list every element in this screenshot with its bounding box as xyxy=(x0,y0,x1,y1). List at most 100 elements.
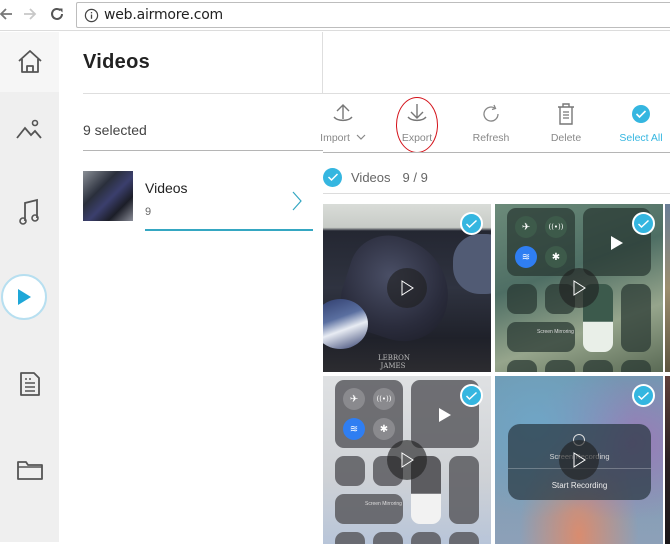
sidebar-item-music[interactable] xyxy=(0,190,59,234)
group-select-checkbox[interactable] xyxy=(323,167,342,187)
selected-checkbox[interactable] xyxy=(460,212,483,235)
divider xyxy=(83,150,323,151)
image-region xyxy=(373,532,403,544)
active-indicator xyxy=(0,274,47,320)
divider xyxy=(323,93,670,94)
delete-button[interactable]: Delete xyxy=(530,100,602,148)
image-region: ((•)) xyxy=(373,388,395,410)
image-region xyxy=(611,236,623,250)
sidebar-item-videos[interactable] xyxy=(0,272,59,322)
image-region xyxy=(545,360,575,372)
page-title: Videos xyxy=(83,51,151,73)
image-region: Screen Mirroring xyxy=(507,322,575,352)
refresh-icon xyxy=(483,104,499,122)
arrow-right-icon xyxy=(24,8,37,20)
image-region xyxy=(453,234,491,294)
address-bar[interactable]: web.airmore.com xyxy=(76,2,670,28)
delete-label: Delete xyxy=(550,132,582,144)
image-region xyxy=(335,532,365,544)
reload-button[interactable] xyxy=(47,4,67,24)
image-region xyxy=(507,284,537,314)
play-button[interactable] xyxy=(387,440,427,480)
video-thumbnail[interactable]: ✈ ((•)) ≋ ✱ Screen Mirroring xyxy=(323,376,491,544)
export-button[interactable]: Export xyxy=(381,100,453,148)
image-region: Screen Mirroring xyxy=(335,494,403,524)
document-icon xyxy=(19,372,40,396)
refresh-label: Refresh xyxy=(472,132,510,144)
check-icon xyxy=(465,391,478,400)
image-region: ✱ xyxy=(545,246,567,268)
thumbnail-subcaption: Start Recording xyxy=(551,481,608,490)
sidebar xyxy=(0,32,59,542)
divider xyxy=(323,152,670,153)
info-icon[interactable] xyxy=(84,8,99,23)
video-thumbnail-partial[interactable] xyxy=(665,204,670,372)
grid-title: Videos xyxy=(351,169,391,185)
music-note-icon xyxy=(18,198,39,225)
grid-count: 9 / 9 xyxy=(402,169,428,185)
divider xyxy=(322,32,323,94)
thumbnail-caption: Screen Mirroring xyxy=(365,501,402,507)
url-text[interactable]: web.airmore.com xyxy=(104,7,223,23)
trash-icon xyxy=(558,103,574,125)
browser-toolbar: web.airmore.com xyxy=(0,0,670,31)
selected-count: 9 selected xyxy=(83,122,147,138)
check-circle-icon xyxy=(632,105,650,123)
play-button[interactable] xyxy=(559,440,599,480)
upload-icon xyxy=(333,104,353,122)
image-region xyxy=(449,456,479,524)
play-icon xyxy=(17,289,31,305)
play-button[interactable] xyxy=(387,268,427,308)
image-region xyxy=(621,360,651,372)
play-button[interactable] xyxy=(559,268,599,308)
chevron-right-icon xyxy=(292,191,302,211)
image-region xyxy=(411,532,441,544)
video-thumbnail[interactable]: Screen Recording Start Recording xyxy=(495,376,663,544)
home-icon xyxy=(17,50,42,73)
play-icon xyxy=(573,452,586,468)
divider xyxy=(323,193,670,194)
video-thumbnail[interactable]: LEBRON JAMES xyxy=(323,204,491,372)
download-icon xyxy=(407,104,427,122)
image-region: ✈ ((•)) ≋ ✱ xyxy=(507,208,575,276)
select-all-label: Select All xyxy=(619,132,663,144)
import-label: Import xyxy=(320,132,350,144)
reload-icon xyxy=(51,7,63,20)
image-region xyxy=(583,360,613,372)
check-icon xyxy=(465,219,478,228)
refresh-button[interactable]: Refresh xyxy=(455,100,527,148)
sidebar-item-files[interactable] xyxy=(0,450,59,490)
image-region: ✈ xyxy=(515,216,537,238)
album-thumbnail xyxy=(83,171,133,221)
selected-checkbox[interactable] xyxy=(632,212,655,235)
chevron-down-icon[interactable] xyxy=(356,134,366,141)
forward-button[interactable] xyxy=(20,4,40,24)
back-button[interactable] xyxy=(0,4,16,24)
selected-checkbox[interactable] xyxy=(632,384,655,407)
image-region xyxy=(621,284,651,352)
check-icon xyxy=(327,173,338,182)
select-all-button[interactable]: Select All xyxy=(605,100,670,148)
image-region: ≋ xyxy=(343,418,365,440)
image-region xyxy=(507,360,537,372)
sidebar-item-documents[interactable] xyxy=(0,364,59,404)
check-icon xyxy=(637,219,650,228)
grid-header: Videos 9 / 9 xyxy=(323,165,428,189)
sidebar-item-pictures[interactable] xyxy=(0,110,59,150)
sidebar-item-home[interactable] xyxy=(0,32,59,92)
arrow-left-icon xyxy=(0,8,12,20)
image-region xyxy=(439,408,451,422)
import-button[interactable]: Import xyxy=(307,100,379,148)
image-region: ((•)) xyxy=(545,216,567,238)
image-region xyxy=(449,532,479,544)
image-region: ✱ xyxy=(373,418,395,440)
video-thumbnail-partial[interactable] xyxy=(665,376,670,544)
image-region: ≋ xyxy=(515,246,537,268)
album-active-underline xyxy=(145,229,313,231)
album-item-videos[interactable]: Videos 9 xyxy=(83,170,315,232)
divider xyxy=(83,93,323,94)
play-icon xyxy=(401,452,414,468)
selected-checkbox[interactable] xyxy=(460,384,483,407)
video-thumbnail[interactable]: ✈ ((•)) ≋ ✱ Screen Mirroring xyxy=(495,204,663,372)
play-icon xyxy=(573,280,586,296)
